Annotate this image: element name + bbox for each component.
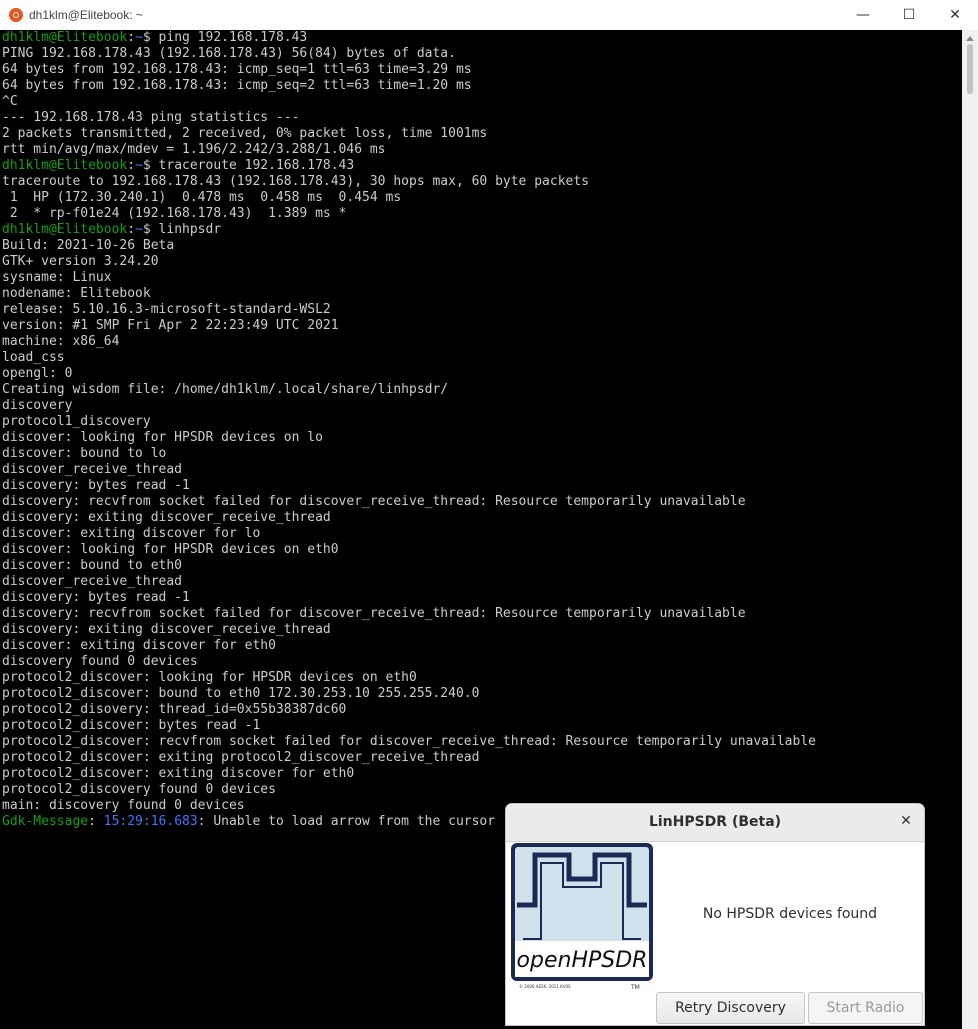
terminal-line: dh1klm@Elitebook:~$ ping 192.168.178.43 <box>0 30 962 46</box>
openhpsdr-logo-graphic: openHPSDR © 2006 AE5K, 2011 KV0S TM <box>511 843 653 991</box>
linhpsdr-dialog: LinHPSDR (Beta) ✕ openHPSDR © 2006 AE5K,… <box>506 804 924 1025</box>
scroll-up-arrow-icon[interactable] <box>966 36 974 41</box>
terminal-line: rtt min/avg/max/mdev = 1.196/2.242/3.288… <box>2 142 386 157</box>
terminal-line: PING 192.168.178.43 (192.168.178.43) 56(… <box>2 46 456 61</box>
terminal-line: opengl: 0 <box>2 366 73 381</box>
terminal-line: version: #1 SMP Fri Apr 2 22:23:49 UTC 2… <box>2 318 339 333</box>
terminal-line: discover: exiting discover for lo <box>2 526 261 541</box>
command-text: linhpsdr <box>158 222 222 237</box>
dialog-header[interactable]: LinHPSDR (Beta) ✕ <box>506 804 924 842</box>
terminal-line: 1 HP (172.30.240.1) 0.478 ms 0.458 ms 0.… <box>2 190 402 205</box>
terminal-line: --- 192.168.178.43 ping statistics --- <box>2 110 300 125</box>
terminal-line: release: 5.10.16.3-microsoft-standard-WS… <box>2 302 331 317</box>
prompt-user: dh1klm@Elitebook <box>2 158 128 173</box>
terminal-line: discover: looking for HPSDR devices on l… <box>2 430 323 445</box>
terminal-line: dh1klm@Elitebook:~$ traceroute 192.168.1… <box>0 158 962 174</box>
terminal-line: traceroute to 192.168.178.43 (192.168.17… <box>2 174 589 189</box>
terminal-line: discovery: recvfrom socket failed for di… <box>2 606 746 621</box>
logo-text: openHPSDR <box>517 948 648 973</box>
command-text: ping 192.168.178.43 <box>158 30 308 45</box>
terminal-window: dh1klm@Elitebook: ~ — ☐ ✕ dh1klm@Elitebo… <box>0 0 978 1029</box>
terminal-line: protocol2_discovery found 0 devices <box>2 782 276 797</box>
terminal-line: discovery found 0 devices <box>2 654 198 669</box>
terminal-line: discovery: bytes read -1 <box>2 478 190 493</box>
prompt-symbol: $ <box>142 158 159 173</box>
dialog-close-icon[interactable]: ✕ <box>898 813 914 829</box>
terminal-line: load_css <box>2 350 65 365</box>
terminal-line: protocol1_discovery <box>2 414 151 429</box>
terminal-line: GTK+ version 3.24.20 <box>2 254 159 269</box>
terminal-line: dh1klm@Elitebook:~$ linhpsdr <box>0 222 962 238</box>
gdk-separator: : <box>88 814 104 829</box>
prompt-path: ~ <box>135 158 143 173</box>
terminal-line: protocol2_discover: bound to eth0 172.30… <box>2 686 480 701</box>
start-radio-button[interactable]: Start Radio <box>808 992 923 1024</box>
terminal-line: discover: bound to eth0 <box>2 558 183 573</box>
prompt-symbol: $ <box>142 222 159 237</box>
terminal-line: Creating wisdom file: /home/dh1klm/.loca… <box>2 382 449 397</box>
window-title: dh1klm@Elitebook: ~ <box>29 8 143 22</box>
terminal-scrollbar[interactable] <box>962 30 978 1029</box>
terminal-line: discover: exiting discover for eth0 <box>2 638 276 653</box>
prompt-user: dh1klm@Elitebook <box>2 30 128 45</box>
gdk-message-label: Gdk-Message <box>2 814 89 829</box>
terminal-line: protocol2_discover: exiting protocol2_di… <box>2 750 480 765</box>
terminal-line: discover_receive_thread <box>2 574 183 589</box>
terminal-line: nodename: Elitebook <box>2 286 151 301</box>
terminal-line: discovery: exiting discover_receive_thre… <box>2 510 331 525</box>
openhpsdr-logo: openHPSDR © 2006 AE5K, 2011 KV0S TM <box>511 843 653 991</box>
prompt-symbol: $ <box>142 30 159 45</box>
terminal-line: discovery: bytes read -1 <box>2 590 190 605</box>
gdk-timestamp: 15:29:16.683 <box>103 814 198 829</box>
terminal-line: ^C <box>2 94 18 109</box>
terminal-line: protocol2_discover: looking for HPSDR de… <box>2 670 417 685</box>
terminal-line: 64 bytes from 192.168.178.43: icmp_seq=2… <box>2 78 472 93</box>
ubuntu-icon <box>9 8 23 22</box>
terminal-line: protocol2_discover: bytes read -1 <box>2 718 261 733</box>
window-controls: — ☐ ✕ <box>840 0 978 30</box>
terminal-line: 2 * rp-f01e24 (192.168.178.43) 1.389 ms … <box>2 206 347 221</box>
terminal-line: machine: x86_64 <box>2 334 120 349</box>
prompt-user: dh1klm@Elitebook <box>2 222 128 237</box>
terminal-line: protocol2_discover: exiting discover for… <box>2 766 355 781</box>
terminal-line: sysname: Linux <box>2 270 112 285</box>
scroll-thumb[interactable] <box>967 44 973 94</box>
terminal-line: discover_receive_thread <box>2 462 183 477</box>
terminal-line: protocol2_discover: recvfrom socket fail… <box>2 734 816 749</box>
terminal-line: Build: 2021-10-26 Beta <box>2 238 175 253</box>
terminal-line: 2 packets transmitted, 2 received, 0% pa… <box>2 126 488 141</box>
prompt-path: ~ <box>135 30 143 45</box>
command-text: traceroute 192.168.178.43 <box>158 158 355 173</box>
title-bar[interactable]: dh1klm@Elitebook: ~ — ☐ ✕ <box>0 0 978 30</box>
logo-copyright: © 2006 AE5K, 2011 KV0S <box>519 984 571 989</box>
gdk-message-text: : Unable to load arrow from the cursor <box>197 814 496 829</box>
prompt-separator: : <box>127 30 136 45</box>
terminal-line: discover: looking for HPSDR devices on e… <box>2 542 339 557</box>
prompt-path: ~ <box>135 222 143 237</box>
terminal-line: discovery: exiting discover_receive_thre… <box>2 622 331 637</box>
terminal-line: discovery <box>2 398 73 413</box>
maximize-button[interactable]: ☐ <box>886 0 932 30</box>
prompt-separator: : <box>127 158 136 173</box>
terminal-line: 64 bytes from 192.168.178.43: icmp_seq=1… <box>2 62 472 77</box>
logo-trademark: TM <box>630 984 640 991</box>
dialog-title: LinHPSDR (Beta) <box>648 814 782 830</box>
close-button[interactable]: ✕ <box>932 0 978 30</box>
terminal-line: protocol2_disovery: thread_id=0x55b38387… <box>2 702 347 717</box>
no-devices-message: No HPSDR devices found <box>702 906 878 922</box>
retry-discovery-button[interactable]: Retry Discovery <box>656 992 805 1024</box>
prompt-separator: : <box>127 222 136 237</box>
terminal-line: discover: bound to lo <box>2 446 167 461</box>
minimize-button[interactable]: — <box>840 0 886 30</box>
terminal-line: discovery: recvfrom socket failed for di… <box>2 494 746 509</box>
